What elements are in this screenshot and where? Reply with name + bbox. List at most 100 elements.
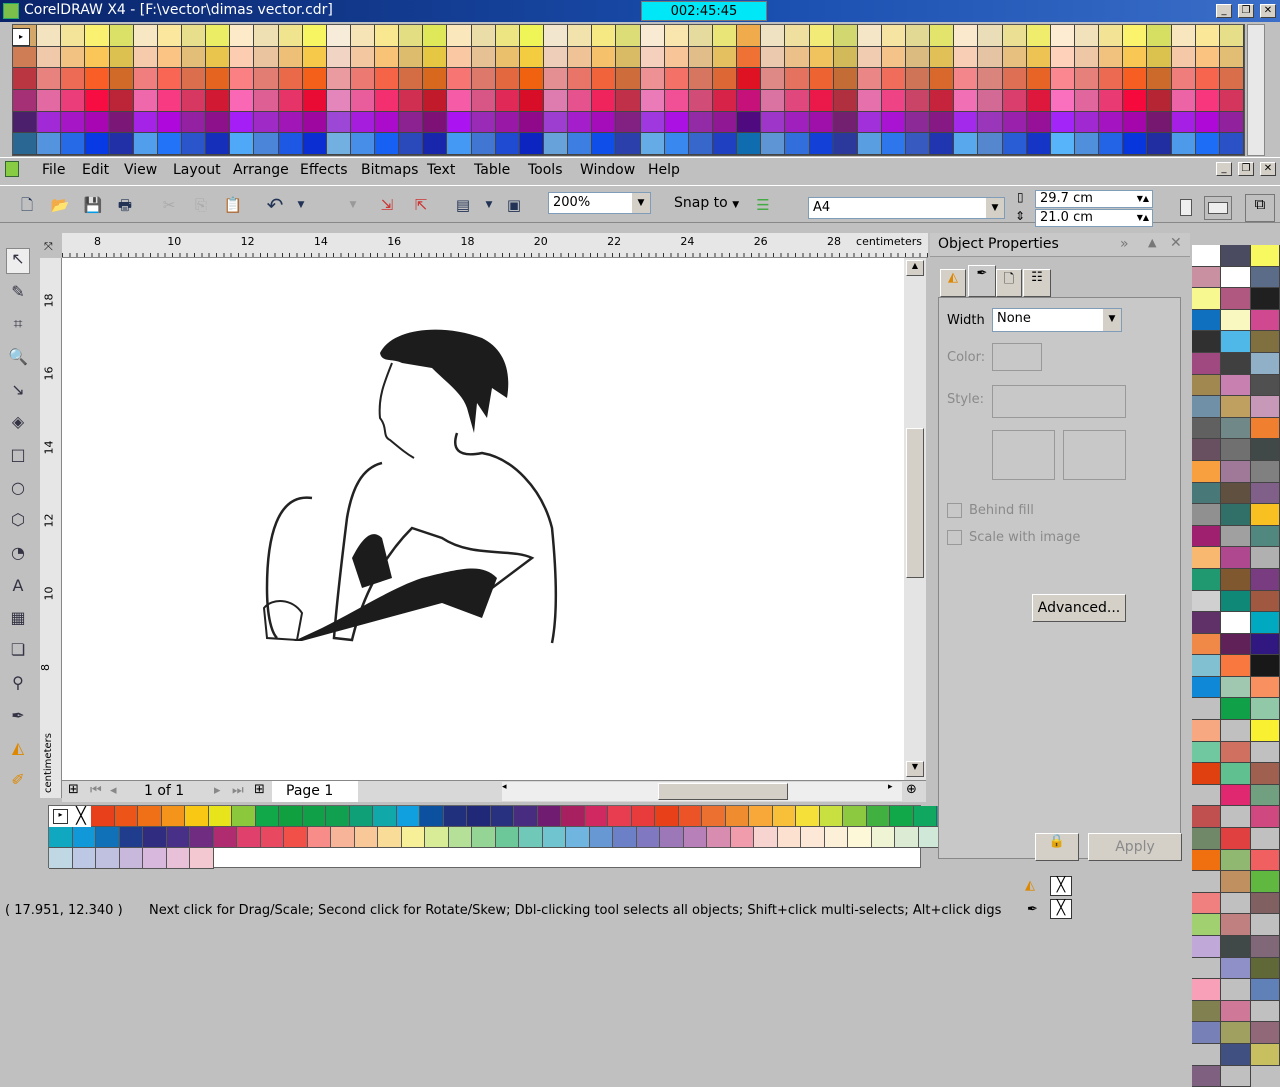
color-swatch[interactable] — [737, 133, 762, 155]
color-swatch[interactable] — [206, 25, 231, 47]
color-swatch[interactable] — [761, 111, 786, 134]
minimize-button[interactable]: _ — [1216, 4, 1232, 18]
color-swatch[interactable] — [278, 111, 303, 134]
color-swatch[interactable] — [772, 806, 796, 827]
color-swatch[interactable] — [326, 806, 350, 827]
color-swatch[interactable] — [13, 46, 38, 69]
color-swatch[interactable] — [1171, 133, 1196, 155]
color-swatch[interactable] — [61, 68, 86, 90]
color-swatch[interactable] — [1192, 1043, 1222, 1066]
color-swatch[interactable] — [133, 46, 158, 69]
color-swatch[interactable] — [230, 46, 255, 69]
color-swatch[interactable] — [1171, 111, 1196, 134]
color-swatch[interactable] — [85, 68, 110, 90]
color-swatch[interactable] — [819, 806, 843, 827]
snap-options-icon[interactable]: ☰ — [752, 194, 774, 216]
color-swatch[interactable] — [592, 89, 617, 112]
color-swatch[interactable] — [592, 111, 617, 134]
zoom-level-select[interactable]: 200% ▼ — [548, 192, 651, 214]
color-swatch[interactable] — [13, 89, 38, 112]
color-swatch[interactable] — [109, 46, 134, 69]
color-swatch[interactable] — [495, 25, 520, 47]
color-swatch[interactable] — [1192, 741, 1222, 764]
color-swatch[interactable] — [1192, 784, 1222, 807]
color-swatch[interactable] — [809, 133, 834, 155]
color-swatch[interactable] — [777, 827, 801, 848]
page-width-input[interactable]: 29.7 cm ▼▲ — [1035, 190, 1153, 208]
color-swatch[interactable] — [568, 133, 593, 155]
color-swatch[interactable] — [749, 806, 773, 827]
color-swatch[interactable] — [660, 827, 684, 848]
color-swatch[interactable] — [1221, 309, 1251, 332]
color-swatch[interactable] — [284, 827, 308, 848]
color-swatch[interactable] — [857, 111, 882, 134]
color-swatch[interactable] — [712, 133, 738, 155]
color-swatch[interactable] — [157, 133, 182, 155]
color-swatch[interactable] — [1002, 111, 1027, 134]
color-swatch[interactable] — [785, 111, 810, 134]
landscape-button[interactable] — [1204, 196, 1232, 220]
color-swatch[interactable] — [1195, 111, 1220, 134]
color-swatch[interactable] — [279, 806, 303, 827]
ellipse-tool-icon[interactable]: ○ — [6, 478, 30, 504]
palette-flyout-button[interactable]: ▸ — [12, 28, 30, 46]
color-swatch[interactable] — [230, 25, 255, 47]
color-swatch[interactable] — [278, 46, 303, 69]
color-swatch[interactable] — [1026, 111, 1051, 134]
color-swatch[interactable] — [761, 68, 786, 90]
horizontal-scrollbar[interactable]: ◂ ▸ — [502, 782, 902, 801]
color-swatch[interactable] — [712, 68, 738, 90]
color-swatch[interactable] — [737, 68, 762, 90]
color-swatch[interactable] — [354, 827, 378, 848]
color-swatch[interactable] — [1099, 68, 1124, 90]
color-swatch[interactable] — [206, 111, 231, 134]
color-swatch[interactable] — [1219, 46, 1244, 69]
color-swatch[interactable] — [157, 89, 182, 112]
color-swatch[interactable] — [761, 89, 786, 112]
color-swatch[interactable] — [848, 827, 872, 848]
color-swatch[interactable] — [1123, 46, 1148, 69]
color-swatch[interactable] — [1221, 1000, 1251, 1023]
export-icon[interactable]: ⇱ — [410, 194, 432, 216]
advanced-button[interactable]: Advanced... — [1032, 594, 1126, 622]
page-size-select[interactable]: A4 ▼ — [808, 197, 1005, 219]
color-swatch[interactable] — [1219, 89, 1244, 112]
portrait-icon[interactable] — [1180, 199, 1192, 216]
color-swatch[interactable] — [616, 111, 641, 134]
color-swatch[interactable] — [544, 46, 569, 69]
color-swatch[interactable] — [1250, 698, 1280, 721]
color-swatch[interactable] — [1221, 439, 1251, 461]
color-swatch[interactable] — [1192, 936, 1222, 958]
menu-file[interactable]: File — [42, 162, 65, 178]
new-icon[interactable]: 🗋 — [16, 194, 38, 216]
color-swatch[interactable] — [589, 827, 613, 848]
color-swatch[interactable] — [13, 111, 38, 134]
line-style-select[interactable] — [992, 385, 1126, 418]
color-swatch[interactable] — [260, 827, 284, 848]
color-swatch[interactable] — [881, 25, 907, 47]
color-swatch[interactable] — [471, 25, 496, 47]
color-swatch[interactable] — [1192, 374, 1222, 397]
color-swatch[interactable] — [592, 46, 617, 69]
tab-general-icon[interactable]: 🗋 — [996, 269, 1022, 297]
color-swatch[interactable] — [1250, 417, 1280, 440]
color-swatch[interactable] — [664, 46, 689, 69]
color-swatch[interactable] — [399, 133, 424, 155]
undo-icon[interactable]: ↶ — [264, 194, 286, 216]
scale-with-image-checkbox[interactable] — [947, 530, 962, 545]
color-swatch[interactable] — [809, 111, 834, 134]
crop-tool-icon[interactable]: ⌗ — [6, 314, 30, 340]
color-swatch[interactable] — [471, 68, 496, 90]
color-swatch[interactable] — [1250, 1022, 1280, 1044]
color-swatch[interactable] — [1171, 89, 1196, 112]
color-swatch[interactable] — [109, 68, 134, 90]
save-icon[interactable]: 💾 — [82, 194, 104, 216]
color-swatch[interactable] — [495, 68, 520, 90]
color-swatch[interactable] — [544, 89, 569, 112]
color-swatch[interactable] — [1147, 111, 1172, 134]
color-swatch[interactable] — [1250, 374, 1280, 397]
color-swatch[interactable] — [85, 46, 110, 69]
color-swatch[interactable] — [133, 89, 158, 112]
color-swatch[interactable] — [954, 133, 979, 155]
color-swatch[interactable] — [1250, 352, 1280, 375]
